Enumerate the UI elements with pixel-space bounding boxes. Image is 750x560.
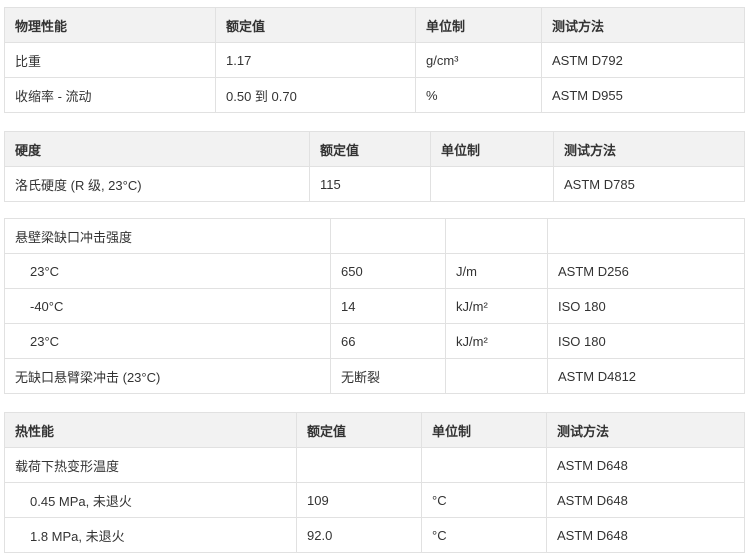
test-method: ASTM D256 [547, 253, 745, 289]
table-row: 载荷下热变形温度 ASTM D648 [4, 447, 745, 483]
unit [445, 218, 548, 254]
unit: °C [421, 517, 547, 553]
header-property: 物理性能 [4, 7, 216, 43]
test-method: ASTM D955 [541, 77, 745, 113]
table-row: 23°C 650 J/m ASTM D256 [4, 253, 745, 289]
header-test-method: 测试方法 [546, 412, 745, 448]
property-condition: 23°C [4, 253, 331, 289]
table-row: -40°C 14 kJ/m² ISO 180 [4, 288, 745, 324]
test-method: ASTM D648 [546, 447, 745, 483]
property-name: 收缩率 - 流动 [4, 77, 216, 113]
header-property: 热性能 [4, 412, 297, 448]
test-method: ISO 180 [547, 323, 745, 359]
nominal-value: 1.17 [215, 42, 416, 78]
unit [445, 358, 548, 394]
unit: % [415, 77, 542, 113]
test-method [547, 218, 745, 254]
table-row: 1.8 MPa, 未退火 92.0 °C ASTM D648 [4, 517, 745, 553]
nominal-value: 0.50 到 0.70 [215, 77, 416, 113]
header-property: 硬度 [4, 131, 310, 167]
header-test-method: 测试方法 [541, 7, 745, 43]
test-method: ASTM D648 [546, 482, 745, 518]
nominal-value: 109 [296, 482, 422, 518]
header-unit: 单位制 [421, 412, 547, 448]
header-nominal-value: 额定值 [296, 412, 422, 448]
unit: kJ/m² [445, 323, 548, 359]
unit: J/m [445, 253, 548, 289]
nominal-value [330, 218, 446, 254]
test-method: ASTM D792 [541, 42, 745, 78]
test-method: ASTM D4812 [547, 358, 745, 394]
test-method: ASTM D785 [553, 166, 745, 202]
unit: kJ/m² [445, 288, 548, 324]
table-row: 比重 1.17 g/cm³ ASTM D792 [4, 42, 745, 78]
table-row: 洛氏硬度 (R 级, 23°C) 115 ASTM D785 [4, 166, 745, 202]
table-row: 悬壁梁缺口冲击强度 [4, 218, 745, 254]
table-row: 0.45 MPa, 未退火 109 °C ASTM D648 [4, 482, 745, 518]
hardness-table: 硬度 额定值 单位制 测试方法 洛氏硬度 (R 级, 23°C) 115 AST… [4, 131, 745, 202]
table-header-row: 硬度 额定值 单位制 测试方法 [4, 131, 745, 167]
table-row: 收缩率 - 流动 0.50 到 0.70 % ASTM D955 [4, 77, 745, 113]
unit [430, 166, 554, 202]
property-name: 洛氏硬度 (R 级, 23°C) [4, 166, 310, 202]
property-condition: -40°C [4, 288, 331, 324]
property-name: 比重 [4, 42, 216, 78]
nominal-value: 115 [309, 166, 431, 202]
test-method: ISO 180 [547, 288, 745, 324]
physical-properties-table: 物理性能 额定值 单位制 测试方法 比重 1.17 g/cm³ ASTM D79… [4, 7, 745, 113]
property-condition: 0.45 MPa, 未退火 [4, 482, 297, 518]
impact-table: 悬壁梁缺口冲击强度 23°C 650 J/m ASTM D256 -40°C 1… [4, 218, 745, 394]
property-name: 载荷下热变形温度 [4, 447, 297, 483]
property-condition: 1.8 MPa, 未退火 [4, 517, 297, 553]
property-name: 无缺口悬臂梁冲击 (23°C) [4, 358, 331, 394]
header-unit: 单位制 [430, 131, 554, 167]
table-header-row: 物理性能 额定值 单位制 测试方法 [4, 7, 745, 43]
unit: °C [421, 482, 547, 518]
nominal-value: 无断裂 [330, 358, 446, 394]
nominal-value: 14 [330, 288, 446, 324]
header-unit: 单位制 [415, 7, 542, 43]
unit [421, 447, 547, 483]
nominal-value: 92.0 [296, 517, 422, 553]
nominal-value: 650 [330, 253, 446, 289]
nominal-value: 66 [330, 323, 446, 359]
table-row: 无缺口悬臂梁冲击 (23°C) 无断裂 ASTM D4812 [4, 358, 745, 394]
property-name: 悬壁梁缺口冲击强度 [4, 218, 331, 254]
property-condition: 23°C [4, 323, 331, 359]
nominal-value [296, 447, 422, 483]
table-header-row: 热性能 额定值 单位制 测试方法 [4, 412, 745, 448]
test-method: ASTM D648 [546, 517, 745, 553]
header-nominal-value: 额定值 [309, 131, 431, 167]
thermal-properties-table: 热性能 额定值 单位制 测试方法 载荷下热变形温度 ASTM D648 0.45… [4, 412, 745, 553]
unit: g/cm³ [415, 42, 542, 78]
table-row: 23°C 66 kJ/m² ISO 180 [4, 323, 745, 359]
header-test-method: 测试方法 [553, 131, 745, 167]
header-nominal-value: 额定值 [215, 7, 416, 43]
